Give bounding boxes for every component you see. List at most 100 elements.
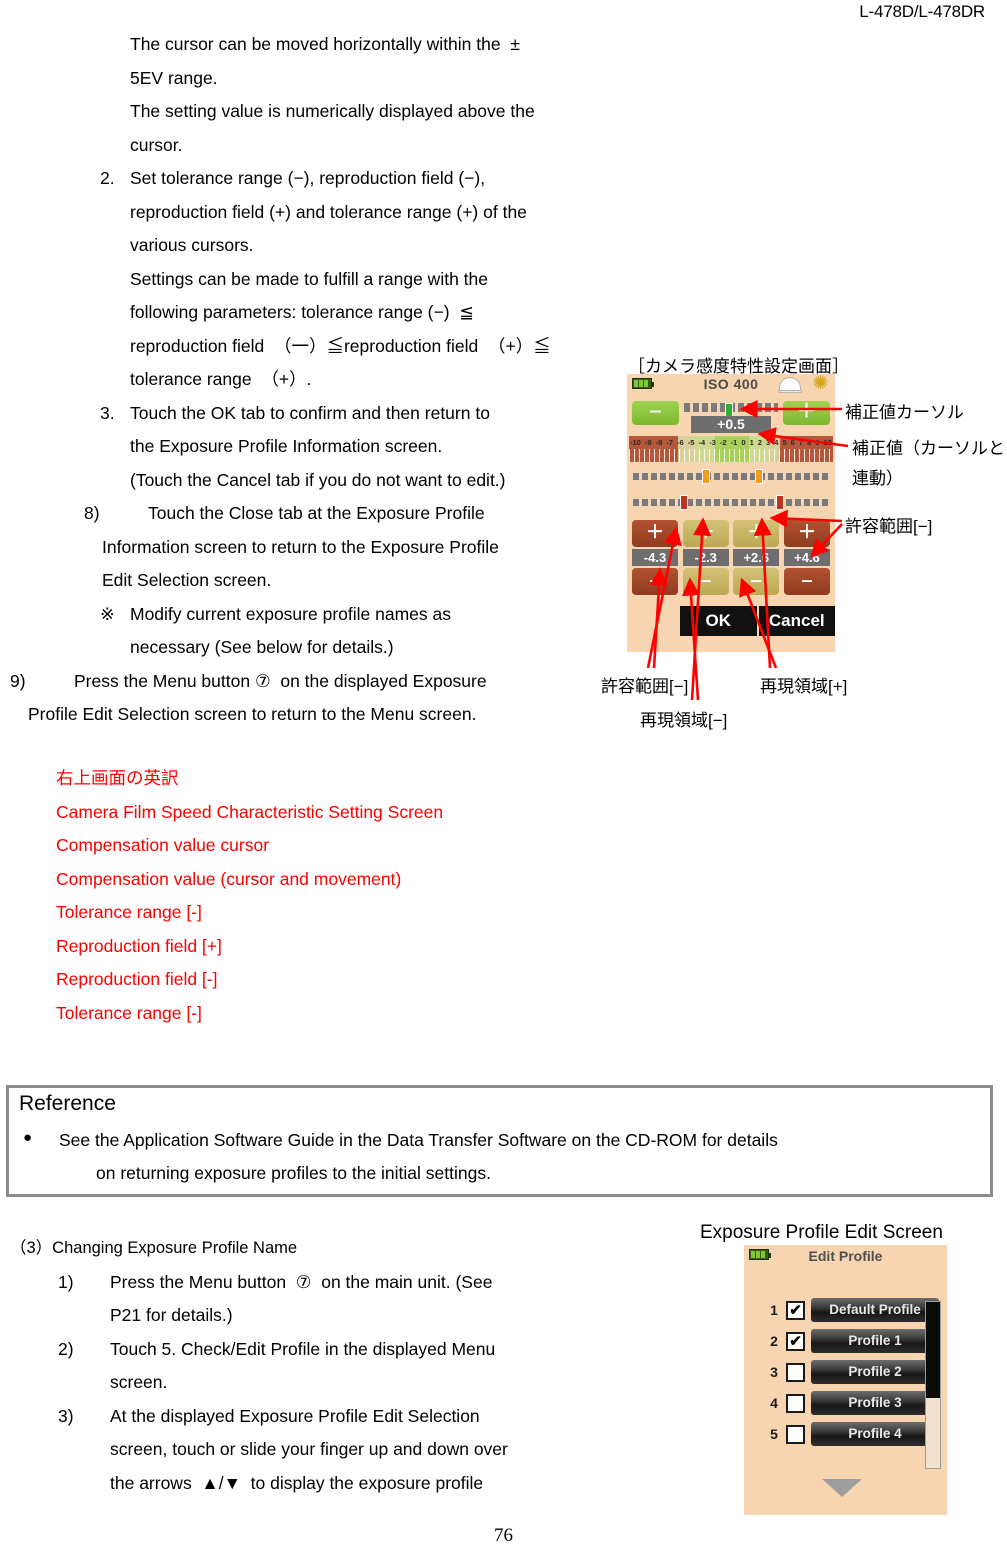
ruler-tick: -2 <box>719 438 727 447</box>
ruler-tick: 5 <box>782 438 787 447</box>
ruler-tick: 8 <box>807 438 812 447</box>
profile-name-button[interactable]: Default Profile <box>811 1298 939 1322</box>
compensation-cursor-row: ‒ ＋ +0.5 <box>627 400 835 433</box>
ruler-tick: 1 <box>749 438 754 447</box>
ruler-tick: -6 <box>677 438 684 447</box>
tolerance-minus-knob[interactable] <box>680 495 689 510</box>
step-3: 3. Touch the OK tab to confirm and then r… <box>0 397 640 431</box>
cursor4-plus-button[interactable]: ＋ <box>783 520 830 547</box>
list-item[interactable]: 1 ✔ Default Profile <box>766 1297 939 1323</box>
reproduction-plus-knob[interactable] <box>754 469 763 484</box>
device2-title: Edit Profile <box>808 1248 883 1264</box>
compensation-track[interactable] <box>684 403 778 418</box>
scrollbar[interactable] <box>925 1301 941 1469</box>
translation-line: Tolerance range [-] <box>56 1002 202 1023</box>
scrollbar-thumb[interactable] <box>926 1302 940 1399</box>
step-2-line: various cursors. <box>130 235 254 255</box>
reference-body: See the Application Software Guide in th… <box>59 1124 989 1190</box>
cursor3-plus-button[interactable]: ＋ <box>733 520 780 547</box>
cursor1-minus-button[interactable]: ‒ <box>632 568 678 595</box>
compensation-value-chip: +0.5 <box>691 416 771 433</box>
reproduction-field-bar[interactable] <box>627 468 835 488</box>
section3-item-1-label: 1) <box>58 1271 74 1292</box>
exposure-profile-edit-screen[interactable]: Edit Profile 1 ✔ Default Profile 2 ✔ Pro… <box>744 1245 947 1515</box>
cursor-control-2: ＋ -2.3 ‒ <box>682 520 729 604</box>
profile-checkbox[interactable] <box>786 1362 805 1382</box>
reference-title: Reference <box>19 1092 116 1115</box>
ruler-tick: 0 <box>741 438 746 447</box>
profile-checkbox[interactable] <box>786 1393 805 1413</box>
cursor1-plus-button[interactable]: ＋ <box>632 520 678 547</box>
callout-compensation-cursor: 補正値カーソル <box>845 403 964 422</box>
section-title: （3）Changing Exposure Profile Name <box>10 1239 298 1257</box>
list-item[interactable]: 4 Profile 3 <box>766 1390 939 1416</box>
compensation-minus-button[interactable]: ‒ <box>632 401 679 425</box>
cursor2-value: -2.3 <box>682 549 729 566</box>
profile-name-button[interactable]: Profile 1 <box>811 1329 939 1353</box>
cancel-button[interactable]: Cancel <box>759 606 836 636</box>
profile-name-button[interactable]: Profile 3 <box>811 1391 939 1415</box>
ruler-tick: -8 <box>655 438 663 447</box>
step-9-line: Profile Edit Selection screen to return … <box>28 704 477 724</box>
step-8-line: Information screen to return to the Expo… <box>102 536 499 557</box>
reference-line: on returning exposure profiles to the in… <box>96 1163 491 1183</box>
profile-index: 3 <box>770 1364 778 1380</box>
ruler-tick: -5 <box>687 438 695 447</box>
translation-line: Compensation value (cursor and movement) <box>56 868 402 889</box>
cursor3-minus-button[interactable]: ‒ <box>733 568 780 595</box>
list-item[interactable]: 2 ✔ Profile 1 <box>766 1328 939 1354</box>
ruler-tick: 6 <box>790 438 795 447</box>
profile-index: 4 <box>770 1395 778 1411</box>
ruler-tick-labels: -10 -9 -8 -7 -6 -5 -4 -3 -2 -1 0 1 2 3 4… <box>629 436 833 449</box>
tolerance-plus-knob[interactable] <box>776 495 785 510</box>
cursor1-value: -4.3 <box>632 549 678 566</box>
note-item: ※ Modify current exposure profile names a… <box>0 598 640 632</box>
device1-status-bar: ISO 400 ✺ <box>627 374 835 400</box>
cursor-controls: ＋ -4.3 ‒ ＋ -2.3 ‒ ＋ +2.6 ‒ ＋ +4.6 ‒ <box>627 520 835 604</box>
device2-caption: Exposure Profile Edit Screen <box>700 1222 943 1243</box>
translation-line: Reproduction field [+] <box>56 935 222 956</box>
ruler-tick: 4 <box>774 438 779 447</box>
section3-item-2-label: 2) <box>58 1338 74 1359</box>
tolerance-track[interactable] <box>633 495 829 510</box>
section3-item-3: 3) At the displayed Exposure Profile Edit… <box>10 1400 670 1434</box>
translation-line: Reproduction field [-] <box>56 969 218 989</box>
document-page: L-478D/L-478DR The cursor can be moved h… <box>0 0 1007 1553</box>
profile-index: 1 <box>770 1302 778 1318</box>
camera-film-speed-setting-screen[interactable]: ISO 400 ✺ ‒ ＋ +0.5 -10 -9 -8 -7 -6 -5 -4… <box>627 374 835 652</box>
ok-button[interactable]: OK <box>680 606 757 636</box>
sun-icon: ✺ <box>812 374 829 394</box>
list-item[interactable]: 5 Profile 4 <box>766 1421 939 1447</box>
paragraph-line: The setting value is numerically display… <box>130 101 535 121</box>
ruler-tick: 7 <box>798 438 804 447</box>
translation-line: Compensation value cursor <box>56 835 270 855</box>
reference-box: Reference ● See the Application Software… <box>6 1085 993 1197</box>
section3-item-line: screen, touch or slide your finger up an… <box>110 1439 508 1459</box>
profile-name-button[interactable]: Profile 4 <box>811 1422 939 1446</box>
profile-checkbox[interactable]: ✔ <box>786 1300 805 1320</box>
profile-checkbox[interactable] <box>786 1424 805 1444</box>
ruler-tick: -3 <box>709 438 716 447</box>
cursor4-minus-button[interactable]: ‒ <box>783 568 830 595</box>
reproduction-minus-knob[interactable] <box>701 469 710 484</box>
note-mark-icon: ※ <box>100 603 115 624</box>
reference-line: See the Application Software Guide in th… <box>59 1130 778 1150</box>
step-8: 8) Touch the Close tab at the Exposure Pr… <box>0 497 640 531</box>
reproduction-track[interactable] <box>633 469 829 484</box>
list-item[interactable]: 3 Profile 2 <box>766 1359 939 1385</box>
profile-index: 2 <box>770 1333 778 1349</box>
profile-index: 5 <box>770 1426 778 1442</box>
profile-checkbox[interactable]: ✔ <box>786 1331 805 1351</box>
ruler-tick: 3 <box>766 438 771 447</box>
note-line: Modify current exposure profile names as <box>130 603 451 624</box>
cursor2-minus-button[interactable]: ‒ <box>682 568 729 595</box>
step-2-line: following parameters: tolerance range (−… <box>130 302 474 322</box>
tolerance-range-bar[interactable] <box>627 494 835 514</box>
profile-name-button[interactable]: Profile 2 <box>811 1360 939 1384</box>
compensation-plus-button[interactable]: ＋ <box>783 401 830 425</box>
chevron-down-icon[interactable] <box>822 1479 862 1497</box>
translation-line: Tolerance range [-] <box>56 902 202 922</box>
step-2-line: tolerance range （+）. <box>130 369 312 389</box>
cursor2-plus-button[interactable]: ＋ <box>682 520 729 547</box>
step-2-line: reproduction field （一）≦reproduction fiel… <box>130 335 551 356</box>
